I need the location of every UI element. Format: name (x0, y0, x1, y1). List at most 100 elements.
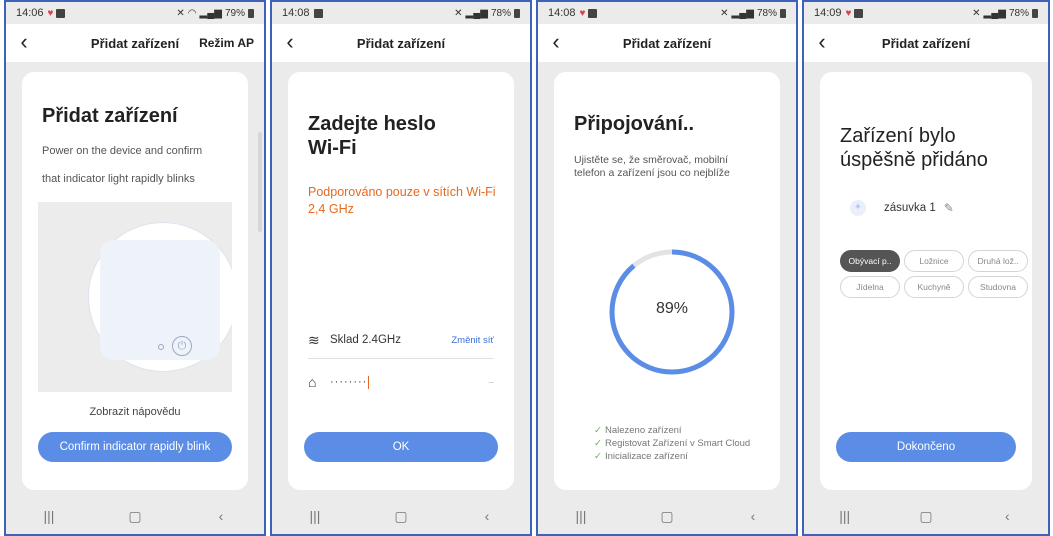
step-item: ✓ Inicializace zařízení (594, 451, 688, 462)
divider (308, 358, 494, 359)
confirm-blink-button[interactable]: Confirm indicator rapidly blink (38, 432, 232, 462)
step-checklist: ✓ Nalezeno zařízení ✓ Registovat Zařízení … (594, 424, 750, 463)
android-nav-bar: ||| ▢ ‹ (272, 498, 530, 534)
facebook-icon (588, 8, 598, 18)
android-nav-bar: ||| ▢ ‹ (6, 498, 264, 534)
mute-icon: ✕ (176, 7, 185, 19)
ap-mode-link[interactable]: Režim AP (199, 36, 254, 50)
page-heading-line-2: Wi-Fi (308, 137, 357, 159)
status-time: 14:09 (814, 7, 842, 19)
battery-percent: 78% (490, 7, 511, 19)
device-name: zásuvka 1 (884, 202, 936, 214)
heart-icon: ♥ (845, 7, 852, 19)
status-time: 14:08 (282, 7, 310, 19)
battery-icon (248, 8, 254, 18)
ok-button[interactable]: OK (304, 432, 498, 462)
battery-percent: 78% (1008, 7, 1029, 19)
nav-bar: ‹ Přidat zařízení (804, 24, 1048, 62)
device-illustration: ⏻ (38, 202, 232, 392)
show-help-link[interactable]: Zobrazit nápovědu (22, 406, 248, 418)
phone-screen-add-device: 14:06 ♥ ✕ ◠ ▂▄▆ 79% ‹ Přidat zařízení Re… (4, 0, 266, 536)
room-chip[interactable]: Kuchyně (904, 276, 964, 298)
password-field[interactable]: ⌂ ········ ⌣ (308, 370, 494, 394)
status-right: ✕ ◠ ▂▄▆ 79% (176, 8, 254, 19)
android-nav-bar: ||| ▢ ‹ (538, 498, 796, 534)
finish-button[interactable]: Dokončeno (836, 432, 1016, 462)
battery-icon (514, 8, 520, 18)
nav-bar: ‹ Přidat zařízení (538, 24, 796, 62)
device-name-row: ✦ zásuvka 1 ✎ (850, 200, 954, 216)
mute-icon: ✕ (720, 7, 729, 19)
recent-apps-icon[interactable]: ||| (561, 508, 601, 524)
room-chip[interactable]: Ložnice (904, 250, 964, 272)
recent-apps-icon[interactable]: ||| (825, 508, 865, 524)
status-time: 14:08 (548, 7, 576, 19)
power-icon: ⏻ (172, 336, 192, 356)
instruction-line-2: that indicator light rapidly blinks (42, 173, 195, 185)
back-arrow-icon[interactable]: ‹ (14, 30, 34, 54)
recent-apps-icon[interactable]: ||| (295, 508, 335, 524)
content-card: Zadejte heslo Wi-Fi Podporováno pouze v … (288, 72, 514, 490)
page-heading: Připojování.. (574, 113, 695, 135)
signal-icon: ▂▄▆ (731, 7, 754, 19)
wifi-status-icon: ◠ (187, 7, 197, 19)
facebook-icon (313, 8, 323, 18)
nav-title: Přidat zařízení (356, 36, 446, 51)
home-icon[interactable]: ▢ (381, 508, 421, 525)
lock-icon: ⌂ (308, 374, 317, 390)
text-cursor (368, 375, 370, 389)
home-icon[interactable]: ▢ (647, 508, 687, 525)
mute-icon: ✕ (972, 7, 981, 19)
battery-percent: 79% (224, 7, 245, 19)
recent-apps-icon[interactable]: ||| (29, 508, 69, 524)
content-card: Přidat zařízení Power on the device and … (22, 72, 248, 490)
edit-pencil-icon[interactable]: ✎ (944, 201, 954, 215)
password-value: ········ (330, 376, 368, 388)
check-icon: ✓ (594, 451, 602, 462)
indicator-light-icon (158, 344, 164, 350)
change-network-link[interactable]: Změnit síť (451, 335, 494, 346)
battery-percent: 78% (756, 7, 777, 19)
nav-title: Přidat zařízení (622, 36, 712, 51)
heart-icon: ♥ (579, 7, 586, 19)
heart-icon: ♥ (47, 7, 54, 19)
facebook-icon (56, 8, 66, 18)
mute-icon: ✕ (454, 7, 463, 19)
scrollbar[interactable] (258, 132, 262, 232)
room-chip[interactable]: Jídelna (840, 276, 900, 298)
nav-title: Přidat zařízení (881, 36, 971, 51)
back-nav-icon[interactable]: ‹ (467, 508, 507, 524)
success-heading-line-2: úspěšně přidáno (840, 149, 988, 171)
signal-icon: ▂▄▆ (199, 7, 222, 19)
wifi-warning-text: Podporováno pouze v sítích Wi-Fi 2,4 GHz (308, 185, 496, 216)
step-item: ✓ Nalezeno zařízení (594, 425, 682, 436)
wifi-icon: ≋ (308, 331, 320, 348)
back-nav-icon[interactable]: ‹ (201, 508, 241, 524)
battery-icon (780, 8, 786, 18)
status-right: ✕ ▂▄▆ 78% (720, 8, 786, 19)
signal-icon: ▂▄▆ (465, 7, 488, 19)
back-nav-icon[interactable]: ‹ (987, 508, 1027, 524)
room-chip[interactable]: Studovna (968, 276, 1028, 298)
check-icon: ✓ (594, 425, 602, 436)
device-shape (100, 240, 220, 360)
eye-hidden-icon[interactable]: ⌣ (488, 377, 494, 388)
step-item: ✓ Registovat Zařízení v Smart Cloud (594, 438, 751, 449)
android-nav-bar: ||| ▢ ‹ (804, 498, 1048, 534)
nav-bar: ‹ Přidat zařízení Režim AP (6, 24, 264, 62)
room-chip[interactable]: Druhá lož.. (968, 250, 1028, 272)
phone-screen-wifi-password: 14:08 ✕ ▂▄▆ 78% ‹ Přidat zařízení Zadejt… (270, 0, 532, 536)
progress-ring: 89% (602, 242, 742, 382)
page-heading: Přidat zařízení (42, 105, 178, 127)
phone-screen-device-added: 14:09 ♥ ✕ ▂▄▆ 78% ‹ Přidat zařízení Zaří… (802, 0, 1050, 536)
status-time: 14:06 (16, 7, 44, 19)
status-right: ✕ ▂▄▆ 78% (454, 8, 520, 19)
home-icon[interactable]: ▢ (906, 508, 946, 525)
status-bar: 14:08 ✕ ▂▄▆ 78% (272, 2, 530, 24)
facebook-icon (854, 8, 864, 18)
proximity-info: Ujistěte se, že směrovač, mobilní telefo… (574, 154, 730, 179)
nav-bar: ‹ Přidat zařízení (272, 24, 530, 62)
back-nav-icon[interactable]: ‹ (733, 508, 773, 524)
room-chip-selected[interactable]: Obývací p.. (840, 250, 900, 272)
home-icon[interactable]: ▢ (115, 508, 155, 525)
